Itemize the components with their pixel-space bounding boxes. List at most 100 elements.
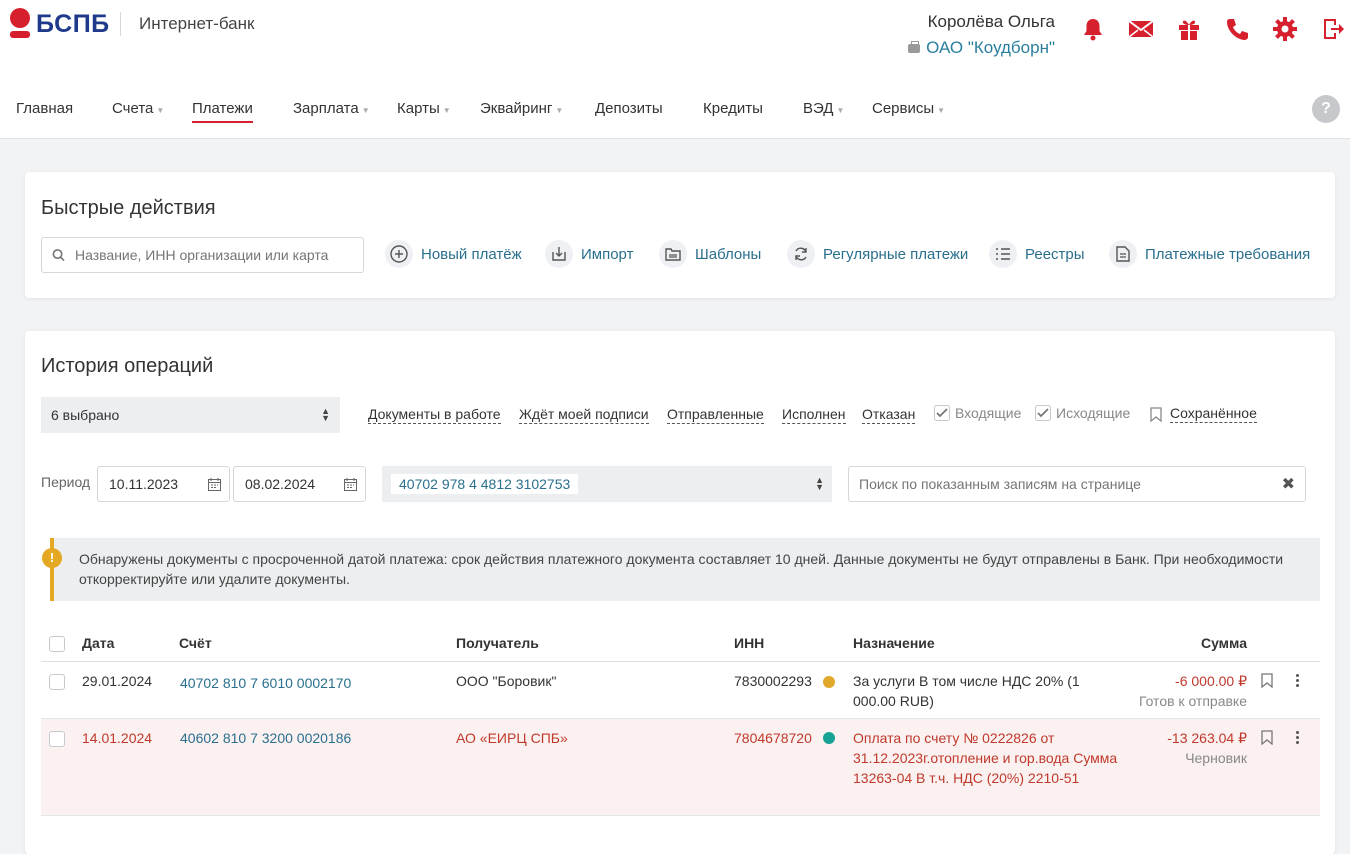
quick-search-input[interactable]: [74, 247, 363, 263]
table-header: Дата Счёт Получатель ИНН Назначение Сумм…: [41, 626, 1320, 662]
account-select[interactable]: 40702 978 4 4812 3102753 ▲ ▼: [382, 466, 832, 502]
status-dot: [823, 676, 835, 688]
bank-logo[interactable]: БСПБ: [10, 8, 110, 40]
bookmark-icon[interactable]: [1261, 730, 1273, 745]
payment-requests-button[interactable]: Платежные требования: [1109, 240, 1310, 268]
new-payment-button[interactable]: Новый платёж: [385, 240, 522, 268]
user-name: Королёва Ольга: [927, 12, 1055, 31]
outgoing-checkbox[interactable]: Исходящие: [1035, 405, 1130, 421]
row-amount-block: -6 000.00 ₽ Готов к отправке: [1139, 671, 1247, 711]
row-account[interactable]: 40702 810 7 6010 0002170: [180, 673, 351, 693]
logout-icon[interactable]: [1320, 16, 1346, 42]
gear-icon[interactable]: [1272, 16, 1298, 42]
row-checkbox[interactable]: [49, 731, 65, 747]
filter-awaiting-signature[interactable]: Ждёт моей подписи: [519, 406, 649, 424]
alert-text: Обнаружены документы с просроченной дато…: [79, 551, 1284, 587]
column-inn[interactable]: ИНН: [734, 635, 764, 651]
filter-sent[interactable]: Отправленные: [667, 406, 764, 424]
calendar-icon[interactable]: [344, 477, 357, 491]
column-recipient[interactable]: Получатель: [456, 635, 539, 651]
search-icon: [52, 249, 65, 262]
bell-icon[interactable]: [1080, 16, 1106, 42]
mail-icon[interactable]: [1128, 16, 1154, 42]
quick-actions-card: Быстрые действия Новый платёж Импорт Шаб…: [25, 172, 1335, 298]
column-date[interactable]: Дата: [82, 635, 114, 651]
chevron-down-icon: ▼: [442, 105, 451, 115]
gift-icon[interactable]: [1176, 16, 1202, 42]
column-amount[interactable]: Сумма: [1201, 635, 1247, 651]
header-icons: [1080, 16, 1346, 42]
import-icon: [545, 240, 573, 268]
saved-filter[interactable]: Сохранённое: [1150, 405, 1257, 423]
nav-item-acquiring[interactable]: Эквайринг ▼: [480, 100, 563, 117]
registers-button[interactable]: Реестры: [989, 240, 1085, 268]
row-checkbox[interactable]: [49, 674, 65, 690]
row-status: Готов к отправке: [1138, 693, 1247, 709]
nav-item-ved[interactable]: ВЭД ▼: [803, 100, 844, 117]
sort-arrows-icon: ▲ ▼: [815, 475, 824, 492]
date-from-field[interactable]: 10.11.2023: [97, 466, 230, 502]
plus-circle-icon: [385, 240, 413, 268]
nav-item-payments[interactable]: Платежи: [192, 100, 253, 123]
more-icon[interactable]: [1296, 674, 1299, 687]
chevron-down-icon: ▼: [937, 105, 946, 115]
row-amount: -6 000.00 ₽: [1175, 673, 1247, 689]
org-switcher[interactable]: ОАО "Коудборн": [908, 38, 1055, 58]
nav-item-loans[interactable]: Кредиты: [703, 100, 763, 117]
overdue-alert: ! Обнаружены документы с просроченной да…: [42, 538, 1320, 601]
column-account[interactable]: Счёт: [179, 635, 212, 651]
chevron-down-icon: ▼: [836, 105, 845, 115]
regular-payments-button[interactable]: Регулярные платежи: [787, 240, 968, 268]
nav-item-deposits[interactable]: Депозиты: [595, 100, 663, 117]
logo-text: БСПБ: [36, 9, 110, 38]
document-icon: [1109, 240, 1137, 268]
close-icon[interactable]: ✖: [1282, 474, 1295, 494]
records-search[interactable]: ✖: [848, 466, 1306, 502]
main-nav: Главная Счета ▼ Платежи Зарплата ▼ Карты ▼ …: [0, 88, 1350, 139]
column-purpose[interactable]: Назначение: [853, 635, 935, 651]
import-button[interactable]: Импорт: [545, 240, 633, 268]
row-purpose: За услуги В том числе НДС 20% (1 000.00 …: [853, 673, 1080, 709]
nav-item-salary[interactable]: Зарплата ▼: [293, 100, 370, 117]
row-account[interactable]: 40602 810 7 3200 0020186: [180, 728, 351, 748]
checkmark-icon: [1035, 405, 1051, 421]
table-row[interactable]: 29.01.2024 40702 810 7 6010 0002170 ООО …: [41, 662, 1320, 719]
top-bar: БСПБ Интернет-банк Королёва Ольга ОАО "К…: [0, 0, 1350, 88]
filter-rejected[interactable]: Отказан: [862, 406, 916, 424]
templates-button[interactable]: Шаблоны: [659, 240, 761, 268]
filter-in-work[interactable]: Документы в работе: [368, 406, 501, 424]
date-to-field[interactable]: 08.02.2024: [233, 466, 366, 502]
filter-executed[interactable]: Исполнен: [782, 406, 846, 424]
incoming-checkbox[interactable]: Входящие: [934, 405, 1021, 421]
row-inn: 7830002293: [734, 673, 812, 689]
row-status: Черновик: [1185, 750, 1247, 766]
row-purpose: Оплата по счету № 0222826 от 31.12.2023г…: [853, 730, 1118, 786]
row-amount-block: -13 263.04 ₽ Черновик: [1167, 728, 1247, 768]
row-date: 14.01.2024: [82, 730, 153, 746]
quick-actions-title: Быстрые действия: [41, 197, 216, 219]
bookmark-icon[interactable]: [1261, 673, 1273, 688]
templates-icon: [659, 240, 687, 268]
account-tag[interactable]: 40702 978 4 4812 3102753: [391, 474, 579, 494]
chevron-down-icon: ▼: [156, 105, 165, 115]
nav-item-accounts[interactable]: Счета ▼: [112, 100, 164, 117]
logo-mark-icon: [10, 8, 30, 40]
nav-item-cards[interactable]: Карты ▼: [397, 100, 451, 117]
select-all-checkbox[interactable]: [49, 636, 65, 652]
logo-divider: [120, 12, 121, 36]
phone-icon[interactable]: [1224, 16, 1250, 42]
calendar-icon[interactable]: [208, 477, 221, 491]
more-icon[interactable]: [1296, 731, 1299, 744]
help-icon[interactable]: ?: [1312, 95, 1340, 123]
table-row[interactable]: 14.01.2024 40602 810 7 3200 0020186 АО «…: [41, 719, 1320, 816]
nav-item-home[interactable]: Главная: [16, 100, 73, 117]
quick-search[interactable]: [41, 237, 364, 273]
document-type-select[interactable]: 6 выбрано ▲ ▼: [41, 397, 340, 433]
refresh-icon: [787, 240, 815, 268]
nav-item-services[interactable]: Сервисы ▼: [872, 100, 945, 117]
records-search-input[interactable]: [859, 476, 1282, 492]
history-title: История операций: [41, 355, 214, 377]
bookmark-icon: [1150, 406, 1162, 422]
history-card: История операций 6 выбрано ▲ ▼ Документы …: [25, 331, 1335, 854]
org-name: ОАО "Коудборн": [926, 38, 1055, 57]
